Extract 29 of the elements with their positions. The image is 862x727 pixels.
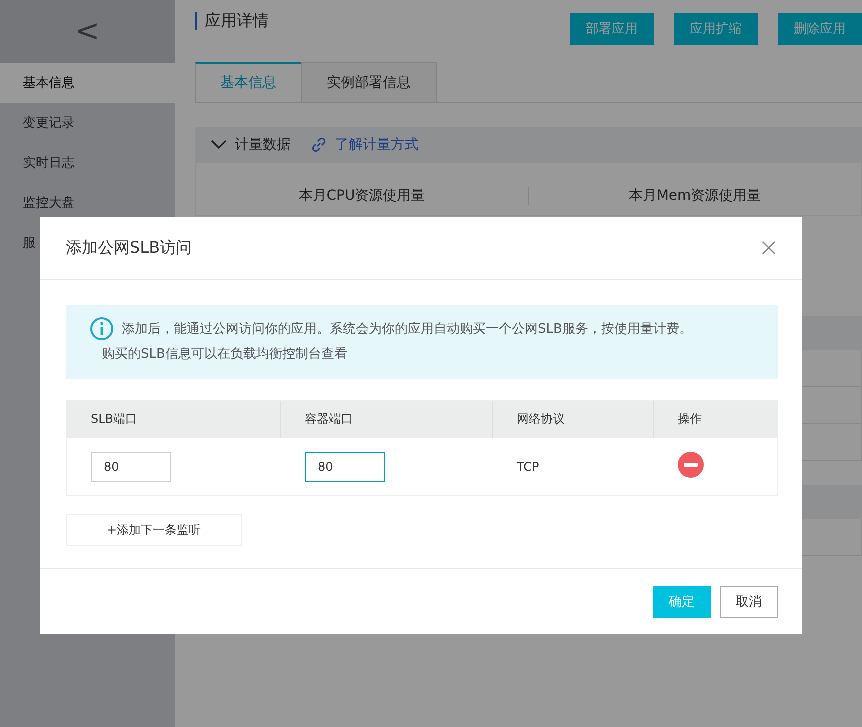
notice-text: 添加后，能通过公网访问你的应用。系统会为你的应用自动购买一个公网SLB服务，按使用量计费。 (122, 321, 692, 338)
column-header: 网络协议 (493, 401, 654, 438)
dialog-button[interactable]: 确定 (653, 586, 711, 618)
table-cell: TCP (517, 460, 540, 474)
notice-text: 购买的SLB信息可以在负载均衡控制台查看 (101, 346, 348, 363)
info-icon (90, 317, 114, 341)
page-title: 应用详情 (195, 12, 269, 30)
back-button[interactable]: < (0, 0, 175, 63)
close-icon[interactable] (762, 241, 776, 255)
tab[interactable]: 基本信息 (195, 62, 302, 102)
sidebar-item[interactable]: 实时日志 (0, 143, 175, 183)
column-header: 容器端口 (281, 401, 493, 438)
column-header: 操作 (677, 411, 703, 428)
sidebar-item[interactable]: 变更记录 (0, 103, 175, 143)
sidebar-item[interactable]: 基本信息 (0, 63, 175, 103)
input-field[interactable]: 80 (305, 452, 385, 482)
metric-label: 本月Mem资源使用量 (628, 187, 762, 205)
dialog-button[interactable]: 取消 (720, 586, 778, 618)
link-icon (311, 137, 327, 153)
remove-icon[interactable] (678, 452, 704, 478)
dialog-title: 添加公网SLB访问 (66, 238, 192, 258)
learn-link[interactable]: 了解计量方式 (335, 136, 419, 154)
input-field[interactable]: 80 (91, 452, 171, 482)
chevron-icon[interactable] (211, 140, 227, 150)
column-header: SLB端口 (67, 401, 281, 438)
section-title: 计量数据 (235, 136, 291, 154)
add-listener-button[interactable]: +添加下一条监听 (66, 514, 242, 546)
tab[interactable]: 实例部署信息 (301, 62, 437, 102)
metric-label: 本月CPU资源使用量 (196, 187, 529, 205)
